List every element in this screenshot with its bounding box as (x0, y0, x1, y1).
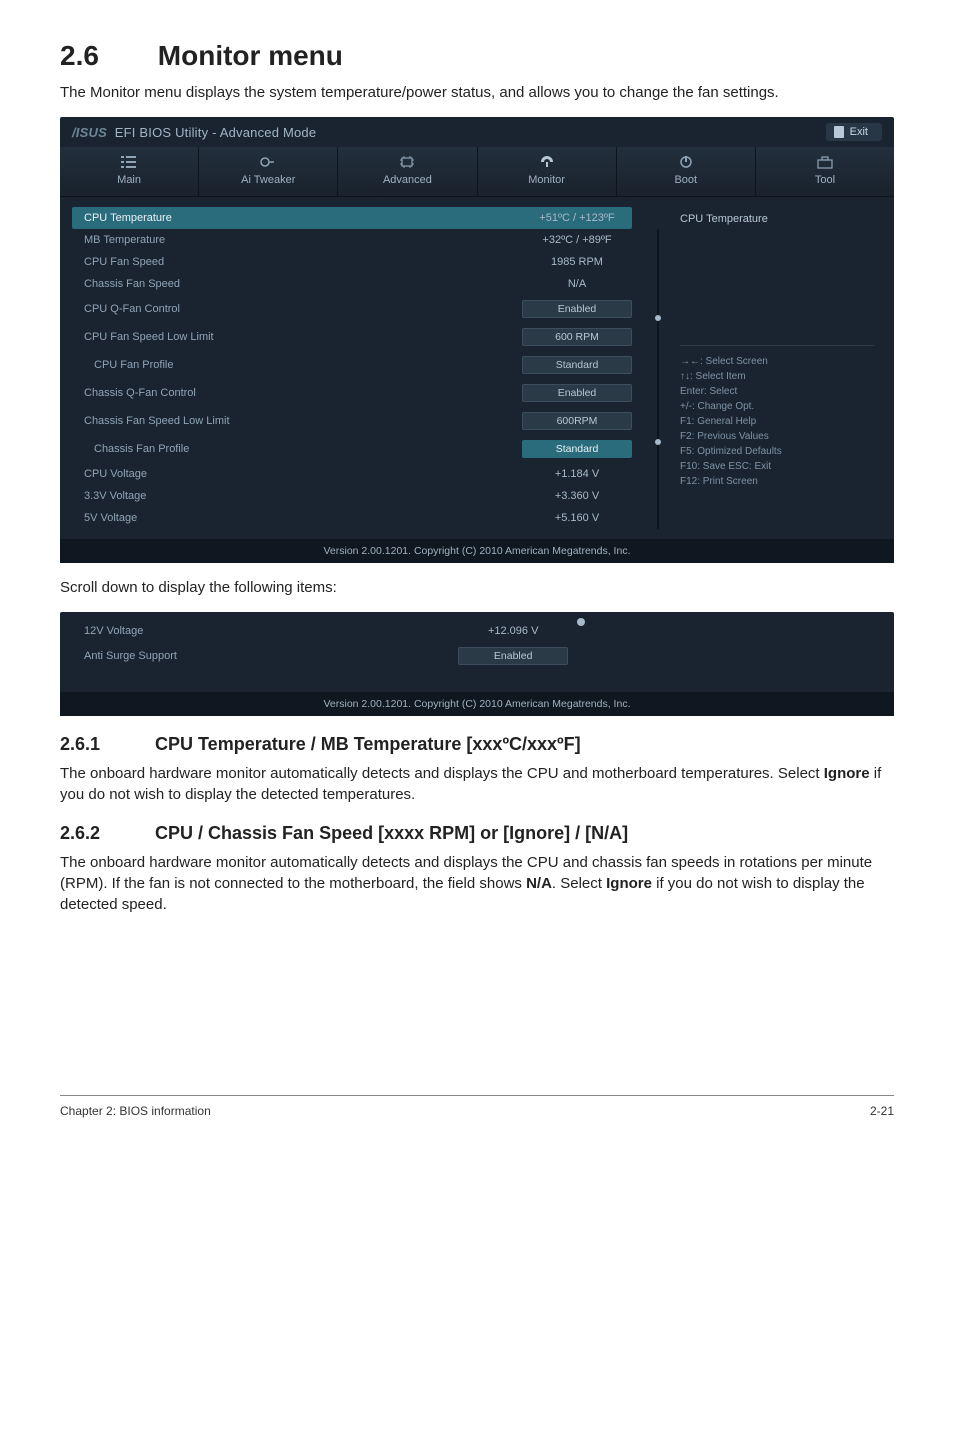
bios-footer: Version 2.00.1201. Copyright (C) 2010 Am… (60, 539, 894, 563)
row-chassis-fan-low-limit[interactable]: Chassis Fan Speed Low Limit 600RPM (72, 407, 632, 435)
scroll-caption: Scroll down to display the following ite… (60, 577, 894, 598)
row-chassis-fan-profile[interactable]: Chassis Fan Profile Standard (72, 435, 632, 463)
power-icon (677, 155, 695, 169)
exit-button[interactable]: Exit (826, 123, 882, 141)
row-chassis-fan-speed[interactable]: Chassis Fan Speed N/A (72, 273, 632, 295)
bios-window: /ISUS EFI BIOS Utility - Advanced Mode E… (60, 117, 894, 563)
help-line: F12: Print Screen (680, 474, 874, 489)
help-line: F2: Previous Values (680, 429, 874, 444)
help-line: F10: Save ESC: Exit (680, 459, 874, 474)
subsection-261-heading: 2.6.1 CPU Temperature / MB Temperature [… (60, 734, 894, 755)
brand-prefix: /ISUS (72, 125, 107, 140)
tab-tool[interactable]: Tool (756, 147, 894, 196)
help-line: ↑↓: Select Item (680, 369, 874, 384)
help-line: →←: Select Screen (680, 354, 874, 369)
help-line: F1: General Help (680, 414, 874, 429)
row-mb-temperature[interactable]: MB Temperature +32ºC / +89ºF (72, 229, 632, 251)
list-icon (120, 155, 138, 169)
row-cpu-fan-speed[interactable]: CPU Fan Speed 1985 RPM (72, 251, 632, 273)
help-line: Enter: Select (680, 384, 874, 399)
row-12v-voltage[interactable]: 12V Voltage +12.096 V (72, 620, 568, 642)
section-intro: The Monitor menu displays the system tem… (60, 82, 894, 103)
section-heading: 2.6 Monitor menu (60, 40, 894, 72)
footer-left: Chapter 2: BIOS information (60, 1104, 211, 1118)
chip-icon (398, 155, 416, 169)
section-number: 2.6 (60, 40, 150, 72)
scroll-thumb[interactable] (577, 618, 585, 626)
bios-topbar: /ISUS EFI BIOS Utility - Advanced Mode E… (60, 117, 894, 141)
subsection-262-body: The onboard hardware monitor automatical… (60, 852, 894, 915)
exit-icon (834, 126, 844, 138)
tab-monitor[interactable]: Monitor (478, 147, 617, 196)
help-panel: →←: Select Screen ↑↓: Select Item Enter:… (680, 345, 874, 489)
row-chassis-qfan-control[interactable]: Chassis Q-Fan Control Enabled (72, 379, 632, 407)
tab-ai-tweaker[interactable]: Ai Tweaker (199, 147, 338, 196)
row-anti-surge[interactable]: Anti Surge Support Enabled (72, 642, 568, 670)
scroll-track (657, 229, 659, 529)
bios-brand: /ISUS EFI BIOS Utility - Advanced Mode (72, 125, 316, 140)
bios-leftpane: CPU Temperature +51ºC / +123ºF MB Temper… (72, 207, 638, 529)
bios-window-scroll: 12V Voltage +12.096 V Anti Surge Support… (60, 612, 894, 716)
row-cpu-temperature[interactable]: CPU Temperature +51ºC / +123ºF (72, 207, 632, 229)
scrollbar[interactable] (648, 207, 662, 529)
tweaker-icon (259, 155, 277, 169)
brand-title: EFI BIOS Utility - Advanced Mode (115, 125, 316, 140)
bios-tabs: Main Ai Tweaker Advanced Monitor Boot To… (60, 147, 894, 197)
row-cpu-voltage[interactable]: CPU Voltage +1.184 V (72, 463, 632, 485)
tab-advanced[interactable]: Advanced (338, 147, 477, 196)
help-line: F5: Optimized Defaults (680, 444, 874, 459)
tab-boot[interactable]: Boot (617, 147, 756, 196)
subsection-262-heading: 2.6.2 CPU / Chassis Fan Speed [xxxx RPM]… (60, 823, 894, 844)
toolbox-icon (816, 155, 834, 169)
bios-footer-scroll: Version 2.00.1201. Copyright (C) 2010 Am… (60, 692, 894, 716)
row-cpu-fan-low-limit[interactable]: CPU Fan Speed Low Limit 600 RPM (72, 323, 632, 351)
right-title: CPU Temperature (680, 213, 874, 225)
row-3v-voltage[interactable]: 3.3V Voltage +3.360 V (72, 485, 632, 507)
bios-content: CPU Temperature +51ºC / +123ºF MB Temper… (60, 197, 894, 539)
bios-rightpane: CPU Temperature →←: Select Screen ↑↓: Se… (672, 207, 882, 529)
row-cpu-qfan-control[interactable]: CPU Q-Fan Control Enabled (72, 295, 632, 323)
row-5v-voltage[interactable]: 5V Voltage +5.160 V (72, 507, 632, 529)
exit-label: Exit (850, 126, 868, 138)
scroll-thumb-upper[interactable] (655, 315, 661, 321)
subsection-261-body: The onboard hardware monitor automatical… (60, 763, 894, 805)
help-line: +/-: Change Opt. (680, 399, 874, 414)
section-title: Monitor menu (158, 40, 343, 71)
row-cpu-fan-profile[interactable]: CPU Fan Profile Standard (72, 351, 632, 379)
tab-main[interactable]: Main (60, 147, 199, 196)
monitor-icon (538, 155, 556, 169)
scroll-thumb-lower[interactable] (655, 439, 661, 445)
footer-right: 2-21 (870, 1104, 894, 1118)
page-footer: Chapter 2: BIOS information 2-21 (60, 1095, 894, 1148)
